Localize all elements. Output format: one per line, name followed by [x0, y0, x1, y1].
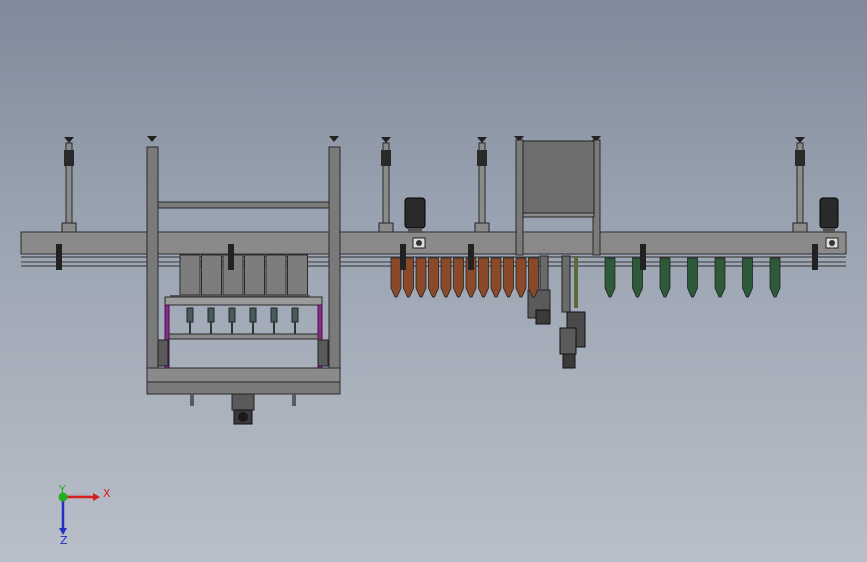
post-clamp [477, 150, 487, 166]
leveling-foot [329, 136, 339, 142]
tank [201, 254, 222, 296]
sensor [640, 244, 646, 270]
post-clamp [64, 150, 74, 166]
green-bottle [659, 257, 671, 298]
nozzle-tip [252, 322, 254, 334]
brown-bottle [490, 257, 502, 298]
filling-nozzle [270, 307, 278, 323]
drive-motor-1 [404, 197, 426, 233]
nozzle-tip [210, 322, 212, 334]
green-bottle [687, 257, 698, 298]
nozzle-manifold [157, 296, 329, 369]
filling-nozzle [228, 307, 236, 323]
brown-bottle [428, 257, 439, 298]
nozzle-tip [273, 322, 275, 334]
filling-nozzle [186, 307, 194, 323]
brown-bottle [440, 257, 452, 298]
leveling-foot [147, 136, 157, 142]
tank [287, 254, 308, 296]
bottle-row-green [604, 257, 781, 298]
coordinate-triad: X Y Z [58, 483, 111, 547]
tank [265, 254, 287, 296]
sensor [400, 244, 406, 270]
brown-bottle [503, 257, 514, 298]
filling-tanks [170, 254, 310, 299]
drive-motor-2 [819, 197, 839, 233]
brown-bottle [390, 257, 402, 298]
brown-bottle [453, 257, 464, 298]
cad-viewport[interactable]: X Y Z [0, 0, 867, 562]
green-bottle [604, 257, 616, 298]
leveling-foot [795, 137, 805, 143]
leveling-foot [64, 137, 74, 143]
green-bottle [742, 257, 753, 298]
sensor [56, 244, 62, 270]
green-bottle [714, 257, 726, 298]
post-clamp [381, 150, 391, 166]
sensor [812, 244, 818, 270]
filling-nozzle [207, 307, 215, 323]
tank [179, 254, 201, 296]
filling-nozzle [249, 307, 257, 323]
green-bottle [769, 257, 781, 298]
nozzle-tip [189, 322, 191, 334]
x-axis-label: X [103, 487, 111, 500]
sensor [468, 244, 474, 270]
y-axis-label: Y [58, 483, 66, 496]
filling-nozzle [291, 307, 299, 323]
bottle-row-brown [390, 257, 539, 298]
brown-bottle [528, 257, 539, 298]
tank [244, 254, 265, 296]
brown-bottle [478, 257, 489, 298]
sensor-lens [416, 240, 422, 246]
sensor-lens [829, 240, 835, 246]
brown-bottle [415, 257, 427, 298]
nozzle-tip [294, 322, 296, 334]
nozzle-tip [231, 322, 233, 334]
post-clamp [795, 150, 805, 166]
leveling-foot [381, 137, 391, 143]
support-posts [61, 136, 808, 236]
z-axis-label: Z [60, 534, 68, 547]
leveling-foot [477, 137, 487, 143]
brown-bottle [515, 257, 527, 298]
sensor [228, 244, 234, 270]
